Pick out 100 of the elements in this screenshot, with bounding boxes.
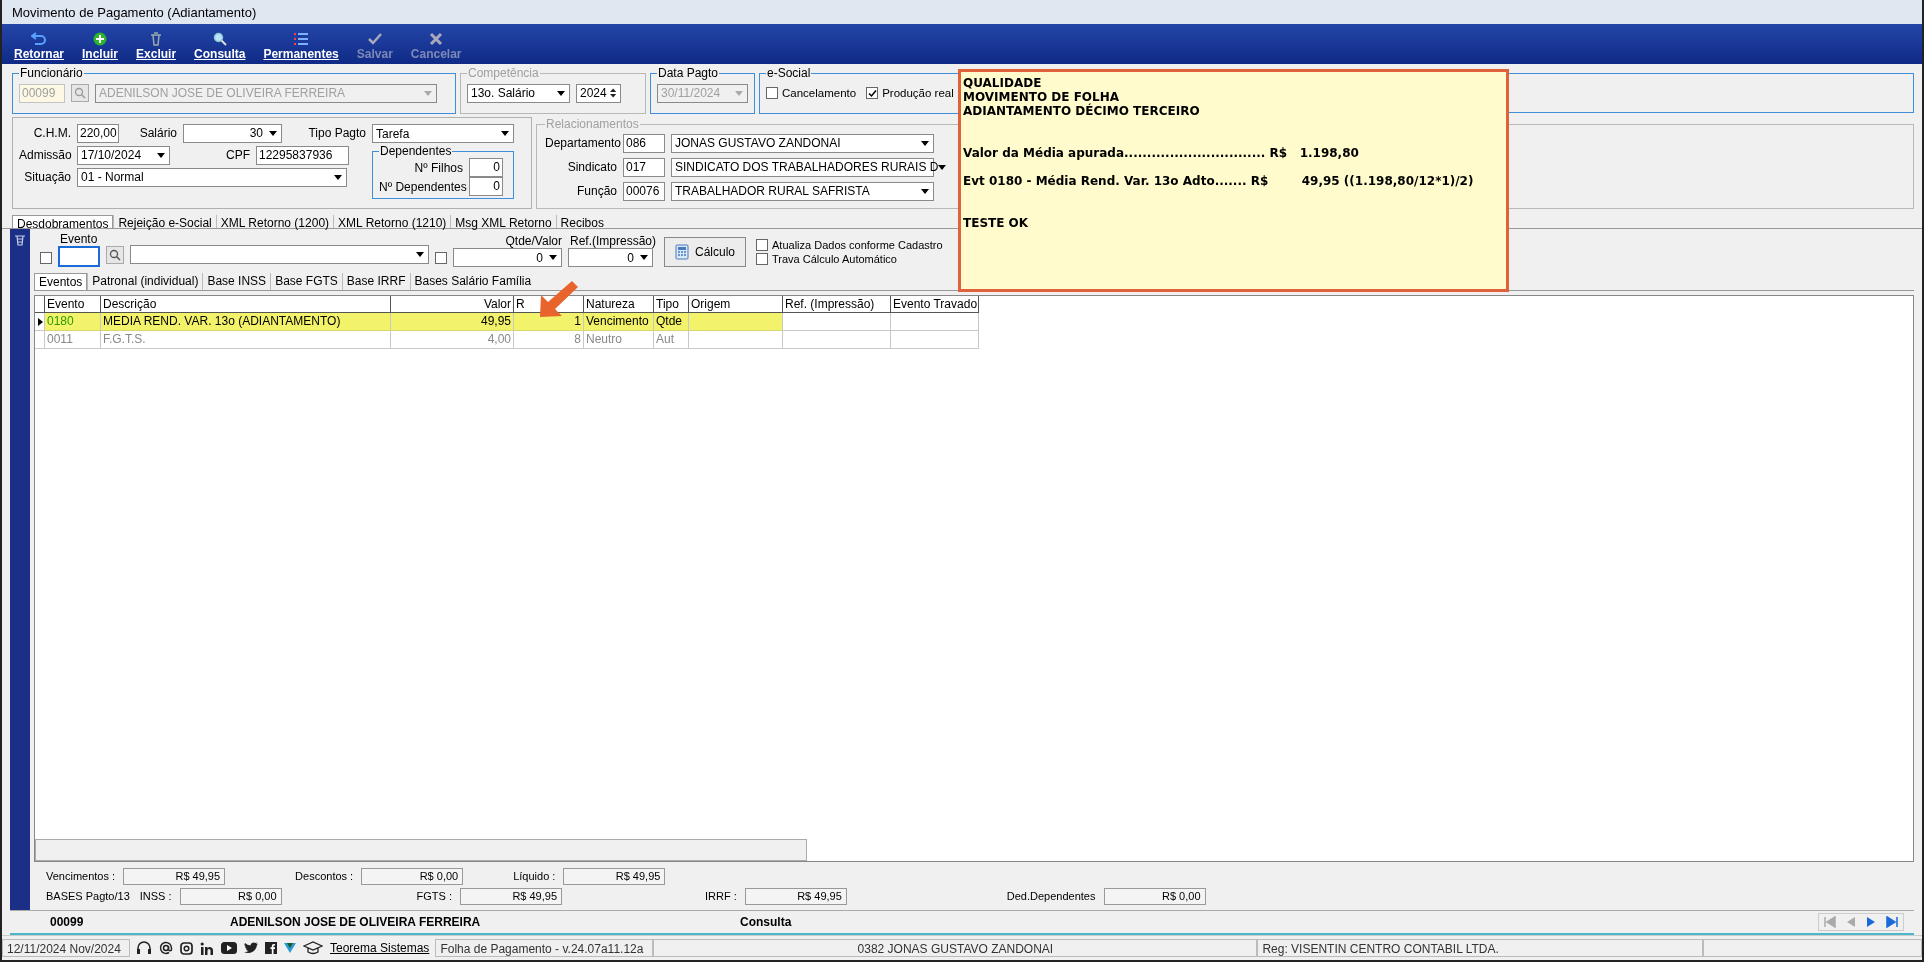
year-spinner[interactable]: 2024	[576, 83, 621, 103]
caret-icon	[334, 174, 342, 180]
tab[interactable]: Bases Salário Família	[409, 273, 536, 290]
reference-dropdown[interactable]: 0	[568, 248, 653, 267]
input-field[interactable]: 12295837936	[256, 145, 349, 165]
total-field: R$ 0,00	[179, 887, 282, 905]
input-field[interactable]: 0	[469, 158, 503, 177]
tab[interactable]: Msg XML Retorno	[450, 215, 556, 228]
checkbox[interactable]	[756, 239, 769, 251]
total-label: Descontos :	[295, 870, 354, 882]
search-icon	[109, 249, 121, 261]
tab[interactable]: XML Retorno (1210)	[333, 215, 451, 228]
trash-icon	[149, 32, 164, 46]
back-arrow-icon	[31, 32, 47, 46]
status-version: Folha de Pagamento - v.24.07a11.12a	[435, 939, 654, 957]
checkbox[interactable]	[756, 253, 769, 265]
competence-dropdown[interactable]: 13o. Salário	[467, 83, 570, 103]
instagram-icon[interactable]	[180, 941, 193, 955]
checkbox[interactable]	[435, 252, 447, 264]
total-label: IRRF :	[705, 890, 737, 902]
checkbox[interactable]	[766, 87, 778, 99]
calculate-button[interactable]: Cálculo	[664, 237, 747, 267]
bird-icon[interactable]	[244, 942, 258, 954]
column-header[interactable]: Evento Travado	[891, 296, 979, 313]
checkbox-label: Trava Cálculo Automático	[772, 253, 897, 265]
status-dropdown[interactable]: 01 - Normal	[77, 167, 347, 187]
total-field: R$ 0,00	[361, 867, 464, 885]
toolbar-button[interactable]: Excluir	[130, 30, 183, 64]
relation-dropdown[interactable]: TRABALHADOR RURAL SAFRISTA	[671, 181, 934, 201]
headset-icon[interactable]	[136, 941, 152, 955]
checkbox[interactable]	[866, 87, 879, 99]
toolbar-button[interactable]: Retornar	[8, 30, 70, 64]
checkbox-label: Produção real	[882, 87, 954, 99]
total-label: INSS :	[139, 890, 172, 902]
next-record-icon[interactable]	[1865, 916, 1877, 928]
date-dropdown[interactable]: 17/10/2024	[77, 145, 170, 165]
caret-icon	[557, 90, 565, 96]
field-label: Situação	[23, 170, 71, 184]
close-icon	[429, 32, 444, 46]
triangle-logo-icon[interactable]	[284, 942, 296, 954]
code-field[interactable]: 017	[623, 157, 665, 177]
linkedin-icon[interactable]	[200, 941, 214, 955]
tab[interactable]: XML Retorno (1200)	[215, 215, 334, 228]
group-legend: Data Pagto	[657, 66, 720, 80]
quantity-dropdown[interactable]: 0	[453, 248, 562, 267]
company-link[interactable]: Teorema Sistemas	[330, 941, 430, 955]
calculator-icon	[675, 244, 689, 260]
column-header[interactable]: Ref. (Impressão)	[783, 296, 891, 313]
tab[interactable]: Base FGTS	[270, 273, 342, 290]
list-icon	[293, 32, 310, 46]
tab[interactable]: Rejeição e-Social	[113, 215, 216, 228]
field-label: Admissão	[19, 148, 71, 162]
salary-dropdown[interactable]: 30	[183, 123, 282, 143]
email-icon[interactable]	[159, 941, 173, 955]
tab[interactable]: Patronal (individual)	[87, 273, 203, 290]
caret-icon	[549, 255, 557, 260]
search-icon	[74, 87, 86, 99]
toolbar-button[interactable]: Consulta	[188, 30, 252, 64]
tab[interactable]: Base INSS	[202, 273, 271, 290]
table-cell: 4,00	[391, 331, 514, 349]
tab[interactable]: Recibos	[555, 215, 608, 228]
input-field[interactable]: 220,00	[77, 123, 119, 143]
search-button[interactable]	[106, 246, 124, 264]
scrollbar[interactable]	[35, 839, 807, 861]
code-field[interactable]: 00076	[623, 181, 665, 201]
caret-icon	[501, 131, 509, 136]
record-mode: Consulta	[739, 915, 792, 929]
trash-icon[interactable]	[14, 234, 26, 246]
checkbox-label: Cancelamento	[782, 87, 857, 99]
caret-icon	[157, 152, 165, 158]
caret-icon	[269, 130, 277, 136]
last-record-icon[interactable]	[1885, 916, 1899, 928]
relation-dropdown[interactable]: JONAS GUSTAVO ZANDONAI	[671, 133, 934, 153]
checkbox[interactable]	[40, 252, 52, 264]
tab[interactable]: Eventos	[34, 273, 88, 290]
toolbar-button[interactable]: Incluir	[76, 30, 125, 64]
spinner-arrows-icon	[609, 87, 616, 99]
tab[interactable]: Desdobramentos	[12, 215, 114, 228]
graduation-cap-icon[interactable]	[303, 941, 323, 955]
row-pointer-icon	[38, 317, 43, 326]
tab[interactable]: Base IRRF	[341, 273, 410, 290]
event-field[interactable]	[58, 246, 100, 267]
field-label: C.H.M.	[32, 126, 71, 140]
caret-icon	[938, 164, 947, 170]
checkbox-label: Atualiza Dados conforme Cadastro	[772, 239, 943, 251]
note-text: Valor da Média apurada............................... R$ 1.198,80	[963, 146, 1360, 160]
field-label: Tipo Pagto	[307, 126, 366, 140]
event-dropdown[interactable]	[130, 245, 429, 264]
input-field[interactable]: 0	[469, 177, 503, 196]
payment-type-dropdown[interactable]: Tarefa	[372, 124, 514, 143]
caret-icon	[921, 188, 929, 194]
video-play-icon[interactable]	[221, 942, 237, 954]
table-cell: 0180	[45, 313, 101, 331]
code-field[interactable]: 086	[623, 133, 665, 153]
caret-icon	[640, 255, 648, 260]
total-label: Ded.Dependentes	[1006, 890, 1096, 902]
facebook-icon[interactable]	[265, 942, 277, 954]
group-legend: Dependentes	[379, 144, 453, 158]
toolbar-button[interactable]: Permanentes	[257, 30, 345, 64]
note-text: Evt 0180 - Média Rend. Var. 13o Adto....... R$ 49,95 ((1.198,80/12*1)/2)	[963, 174, 1475, 188]
